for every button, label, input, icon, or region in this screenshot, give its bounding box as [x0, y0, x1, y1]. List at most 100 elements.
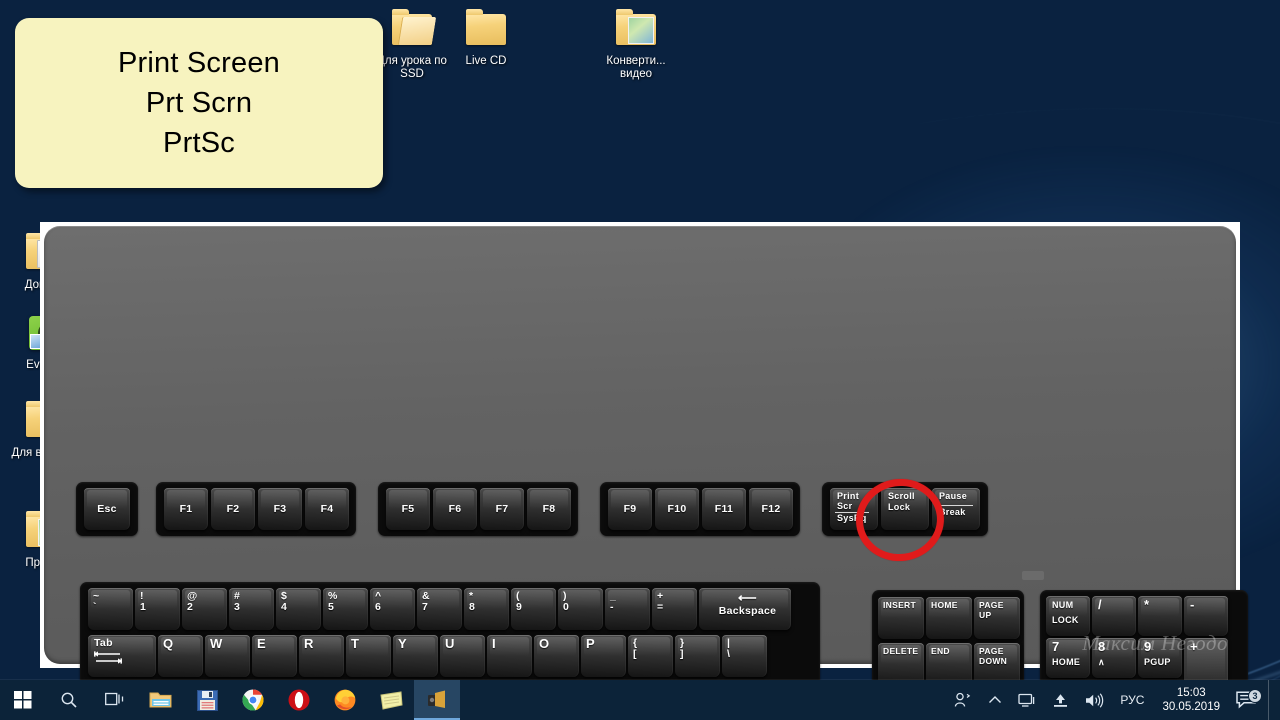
- key-u[interactable]: U: [440, 635, 485, 677]
- system-tray: РУС 15:03 30.05.2019 3: [946, 680, 1280, 720]
- key-np-num-lock[interactable]: NUM LOCK: [1046, 596, 1090, 636]
- callout-line: PrtSc: [163, 127, 235, 159]
- keyboard-image: Esc F1 F2 F3 F4 F5 F6 F7 F8 F9 F10 F11 F12 Print Scr Sy…: [40, 222, 1248, 720]
- language-indicator[interactable]: РУС: [1112, 680, 1152, 720]
- key-tab[interactable]: Tab: [88, 635, 156, 677]
- folder-open-icon: [388, 8, 436, 52]
- start-button[interactable]: [0, 680, 46, 720]
- active-app-button[interactable]: [414, 680, 460, 720]
- people-icon[interactable]: [946, 680, 980, 720]
- firefox-icon: [334, 689, 356, 711]
- folder-icon: [149, 692, 172, 708]
- key-f3[interactable]: F3: [258, 488, 302, 530]
- key-i[interactable]: I: [487, 635, 532, 677]
- monitor-icon: [1018, 693, 1035, 707]
- key-home[interactable]: HOME: [926, 597, 972, 639]
- key-backspace[interactable]: ⟵ Backspace: [699, 588, 791, 630]
- key-9[interactable]: (9: [511, 588, 556, 630]
- key-np[interactable]: /: [1092, 596, 1136, 636]
- folder-pic-icon: [612, 8, 660, 52]
- clock[interactable]: 15:03 30.05.2019: [1152, 686, 1230, 714]
- key-w[interactable]: W: [205, 635, 250, 677]
- notifications-button[interactable]: 3: [1230, 689, 1268, 709]
- chrome-icon: [242, 689, 264, 711]
- key-[interactable]: _ -: [605, 588, 650, 630]
- key-y[interactable]: Y: [393, 635, 438, 677]
- key-q[interactable]: Q: [158, 635, 203, 677]
- key-5[interactable]: % 5: [323, 588, 368, 630]
- key-[interactable]: {[: [628, 635, 673, 677]
- key-f5[interactable]: F5: [386, 488, 430, 530]
- key-page-up[interactable]: PAGE UP: [974, 597, 1020, 639]
- key-np[interactable]: -: [1184, 596, 1228, 636]
- volume-icon[interactable]: [1077, 680, 1112, 720]
- watermark: Максим Негодо: [1082, 631, 1228, 655]
- key-esc[interactable]: Esc: [84, 488, 130, 530]
- key-print-sysrq[interactable]: Print Scr SysRq: [830, 488, 878, 530]
- key-[interactable]: }]: [675, 635, 720, 677]
- floppy-icon: [196, 689, 218, 711]
- key-f7[interactable]: F7: [480, 488, 524, 530]
- firefox-button[interactable]: [322, 680, 368, 720]
- key-insert[interactable]: INSERT: [878, 597, 924, 639]
- key-3[interactable]: #3: [229, 588, 274, 630]
- key-0[interactable]: ) 0: [558, 588, 603, 630]
- key-t[interactable]: T: [346, 635, 391, 677]
- callout-line: Print Screen: [118, 47, 280, 79]
- key-f10[interactable]: F10: [655, 488, 699, 530]
- clock-time: 15:03: [1176, 687, 1206, 699]
- desktop-icon[interactable]: Live CD: [440, 8, 532, 68]
- key-8[interactable]: * 8: [464, 588, 509, 630]
- key-np[interactable]: *: [1138, 596, 1182, 636]
- key-f4[interactable]: F4: [305, 488, 349, 530]
- notification-badge: 3: [1248, 689, 1262, 703]
- key-f1[interactable]: F1: [164, 488, 208, 530]
- notepad-button[interactable]: [368, 680, 414, 720]
- file-explorer-button[interactable]: [138, 680, 184, 720]
- key-pause-break[interactable]: Pause Break: [932, 488, 980, 530]
- search-icon: [61, 692, 77, 708]
- save-app-button[interactable]: [184, 680, 230, 720]
- folder-icon: [462, 8, 510, 52]
- key-delete[interactable]: DELETE: [878, 643, 924, 685]
- key-f8[interactable]: F8: [527, 488, 571, 530]
- opera-button[interactable]: [276, 680, 322, 720]
- key-scroll[interactable]: Scroll Lock: [881, 488, 929, 530]
- opera-icon: [288, 689, 310, 711]
- task-view-button[interactable]: [92, 680, 138, 720]
- taskbar: РУС 15:03 30.05.2019 3: [0, 680, 1280, 720]
- key-f2[interactable]: F2: [211, 488, 255, 530]
- key-2[interactable]: @2: [182, 588, 227, 630]
- key-f11[interactable]: F11: [702, 488, 746, 530]
- desktop-icon[interactable]: Конверти... видео: [590, 8, 682, 81]
- key-6[interactable]: ^ 6: [370, 588, 415, 630]
- key-4[interactable]: $4: [276, 588, 321, 630]
- desktop-icon-label: Live CD: [465, 55, 507, 67]
- print-screen-callout: Print Screen Prt Scrn PrtSc: [15, 18, 383, 188]
- key-page-down[interactable]: PAGE DOWN: [974, 643, 1020, 685]
- upload-icon[interactable]: [1044, 680, 1077, 720]
- key-[interactable]: | \: [722, 635, 767, 677]
- key-[interactable]: + =: [652, 588, 697, 630]
- windows-icon: [14, 691, 32, 709]
- key-p[interactable]: P: [581, 635, 626, 677]
- task-view-icon: [105, 692, 124, 706]
- key-end[interactable]: END: [926, 643, 972, 685]
- desktop-icon-label: Конверти... видео: [606, 55, 666, 80]
- key-e[interactable]: E: [252, 635, 297, 677]
- chrome-button[interactable]: [230, 680, 276, 720]
- network-icon[interactable]: [1010, 680, 1044, 720]
- key-f12[interactable]: F12: [749, 488, 793, 530]
- keyboard-body: Esc F1 F2 F3 F4 F5 F6 F7 F8 F9 F10 F11 F12 Print Scr Sy…: [44, 226, 1248, 720]
- show-desktop-button[interactable]: [1268, 680, 1274, 720]
- key-r[interactable]: R: [299, 635, 344, 677]
- key-7[interactable]: & 7: [417, 588, 462, 630]
- search-button[interactable]: [46, 680, 92, 720]
- show-hidden-icons-button[interactable]: [980, 680, 1010, 720]
- key-f9[interactable]: F9: [608, 488, 652, 530]
- key-1[interactable]: ! 1: [135, 588, 180, 630]
- key-f6[interactable]: F6: [433, 488, 477, 530]
- key-o[interactable]: O: [534, 635, 579, 677]
- app-icon: [428, 690, 445, 708]
- key-[interactable]: ~ `: [88, 588, 133, 630]
